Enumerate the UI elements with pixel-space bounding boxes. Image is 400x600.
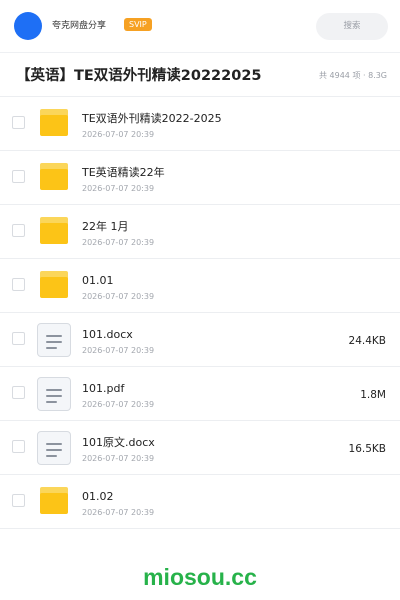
svip-badge: SVIP	[124, 18, 152, 31]
row-checkbox[interactable]	[12, 170, 25, 183]
folder-icon	[40, 271, 68, 298]
folder-icon	[40, 163, 68, 190]
file-date: 2026-07-07 20:39	[82, 400, 155, 409]
folder-icon	[40, 217, 68, 244]
row-checkbox[interactable]	[12, 440, 25, 453]
file-name: TE英语精读22年	[82, 166, 165, 179]
file-list: TE双语外刊精读2022-2025 2026-07-07 20:39 TE英语精读2…	[0, 97, 400, 529]
file-name: TE双语外刊精读2022-2025	[82, 112, 222, 125]
header: 夸克网盘分享 SVIP 搜索	[0, 0, 400, 52]
document-icon	[37, 377, 71, 411]
search-button[interactable]: 搜索	[316, 13, 388, 40]
document-icon	[37, 431, 71, 465]
file-row[interactable]: TE双语外刊精读2022-2025 2026-07-07 20:39	[0, 97, 400, 151]
file-date: 2026-07-07 20:39	[82, 508, 155, 517]
file-size: 24.4KB	[348, 335, 386, 347]
file-row[interactable]: 01.02 2026-07-07 20:39	[0, 475, 400, 529]
page-title: 【英语】TE双语外刊精读20222025	[16, 68, 262, 84]
folder-meta: 共 4944 项 · 8.3G	[319, 71, 387, 80]
row-checkbox[interactable]	[12, 332, 25, 345]
folder-icon	[40, 109, 68, 136]
file-row[interactable]: 101.pdf 2026-07-07 20:39 1.8M	[0, 367, 400, 421]
row-checkbox[interactable]	[12, 278, 25, 291]
row-checkbox[interactable]	[12, 494, 25, 507]
folder-title-bar: 【英语】TE双语外刊精读20222025 共 4944 项 · 8.3G	[0, 53, 400, 97]
file-date: 2026-07-07 20:39	[82, 454, 155, 463]
file-size: 1.8M	[360, 389, 386, 401]
file-name: 22年 1月	[82, 220, 129, 233]
file-date: 2026-07-07 20:39	[82, 130, 155, 139]
file-row[interactable]: 101.docx 2026-07-07 20:39 24.4KB	[0, 313, 400, 367]
document-icon	[37, 323, 71, 357]
file-name: 01.01	[82, 274, 114, 287]
file-row[interactable]: TE英语精读22年 2026-07-07 20:39	[0, 151, 400, 205]
row-checkbox[interactable]	[12, 116, 25, 129]
file-name: 101.pdf	[82, 382, 125, 395]
file-name: 101原文.docx	[82, 436, 155, 449]
file-date: 2026-07-07 20:39	[82, 292, 155, 301]
file-name: 01.02	[82, 490, 114, 503]
file-row[interactable]: 22年 1月 2026-07-07 20:39	[0, 205, 400, 259]
watermark: miosou.cc	[143, 564, 257, 590]
file-size: 16.5KB	[348, 443, 386, 455]
file-row[interactable]: 101原文.docx 2026-07-07 20:39 16.5KB	[0, 421, 400, 475]
file-date: 2026-07-07 20:39	[82, 346, 155, 355]
row-checkbox[interactable]	[12, 224, 25, 237]
avatar[interactable]	[14, 12, 42, 40]
row-checkbox[interactable]	[12, 386, 25, 399]
file-date: 2026-07-07 20:39	[82, 238, 155, 247]
file-row[interactable]: 01.01 2026-07-07 20:39	[0, 259, 400, 313]
file-date: 2026-07-07 20:39	[82, 184, 155, 193]
file-name: 101.docx	[82, 328, 133, 341]
folder-icon	[40, 487, 68, 514]
site-name: 夸克网盘分享	[52, 21, 107, 31]
